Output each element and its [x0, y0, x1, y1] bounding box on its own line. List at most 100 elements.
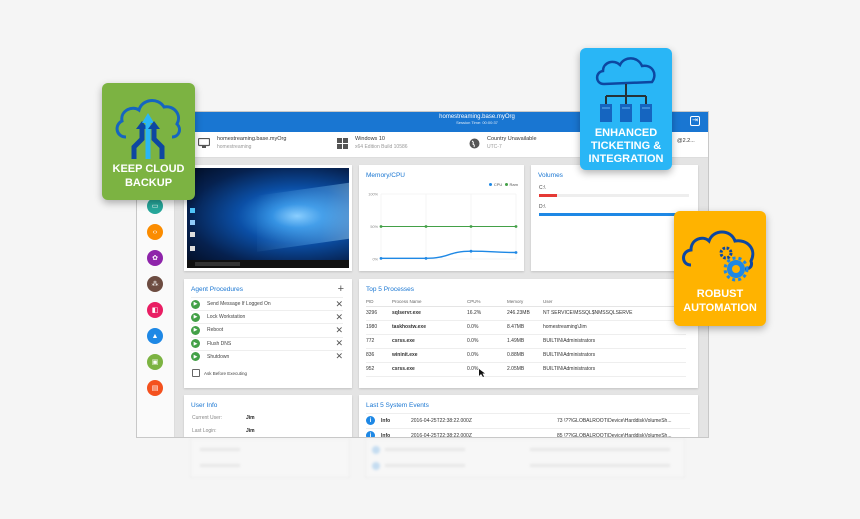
user-info-label: Last Login: [192, 428, 217, 434]
process-row[interactable]: 3296 sqlservr.exe 16.2% 246.23MB NT SERVICE\… [366, 306, 686, 321]
event-time: 2016-04-25T22:38:22.000Z [411, 432, 472, 438]
user-info-label: Current User: [192, 415, 223, 421]
event-time: 2016-04-25T22:38:22.000Z [411, 417, 472, 424]
sidebar-network-button[interactable]: ⁂ [147, 276, 163, 292]
volume-label: D:\ [539, 204, 546, 210]
sidebar-alert-button[interactable]: ▲ [147, 328, 163, 344]
sidebar-code-button[interactable]: ‹› [147, 224, 163, 240]
data-point-ram [424, 225, 428, 228]
alert-icon: ▲ [151, 332, 159, 340]
process-row[interactable]: 836 wininit.exe 0.0% 0.88MB BUILTIN\Administ… [366, 348, 686, 363]
desktop-icon [190, 232, 195, 237]
screen-icon: ▭ [151, 203, 159, 210]
chat-icon: ▤ [151, 385, 159, 392]
procedure-label: Shutdown [207, 353, 230, 360]
memory-cpu-card: Memory/CPU CPU Ram 0% 50% 100% [359, 165, 524, 271]
system-events-card: Last 5 System Events i Info 2016-04-25T2… [359, 395, 698, 438]
event-message: 73 \??\GLOBALROOT\Device\HarddiskVolumeS… [557, 417, 672, 424]
remove-icon[interactable]: ✕ [335, 325, 343, 335]
remote-desktop-preview[interactable] [184, 165, 352, 271]
mouse-cursor-icon [479, 369, 485, 377]
exit-icon[interactable]: ⇥ [690, 116, 700, 126]
remove-icon[interactable]: ✕ [335, 352, 343, 361]
process-row[interactable]: 952 csrss.exe 0.0% 2.05MB BUILTIN\Administra… [366, 362, 686, 377]
network-icon: ⁂ [151, 281, 159, 288]
monitor-icon [197, 137, 211, 149]
process-row[interactable]: 1980 taskhostw.exe 0.0% 8.47MB homestreaming… [366, 320, 686, 335]
add-procedure-button[interactable]: + [338, 283, 344, 295]
process-cell: csrss.exe [392, 334, 467, 349]
play-icon[interactable]: ▶ [191, 339, 200, 349]
column-header[interactable]: PID [366, 297, 392, 307]
agent-procedures-card: Agent Procedures + ▶ Send Message If Log… [184, 279, 352, 388]
y-tick-label: 50% [370, 225, 378, 229]
procedure-label: Lock Workstation [207, 314, 246, 321]
sidebar-toggle-button[interactable]: ◧ [147, 302, 163, 318]
desktop-icon [190, 208, 195, 213]
os-name: Windows 10 [355, 136, 385, 142]
memory-cpu-chart: 0% 50% 100% [368, 193, 518, 262]
play-icon[interactable]: ▶ [191, 299, 200, 309]
ask-before-label: Ask Before Executing [204, 370, 248, 376]
os-build: x64 Edition Build 10586 [355, 144, 408, 150]
volume-usage-bar [539, 213, 689, 216]
user-info-value: Jim [246, 415, 255, 421]
event-row[interactable]: i Info 2016-04-25T22:38:22.000Z 85 \??\G… [366, 428, 690, 438]
event-level: Info [381, 432, 391, 438]
procedure-row: ▶ Shutdown ✕ [191, 349, 343, 363]
column-header[interactable]: CPU% [467, 297, 507, 307]
volume-usage-fill [539, 194, 557, 197]
series-line-cpu [381, 250, 517, 260]
top-processes-card: Top 5 Processes PID Process Name CPU% Memor… [359, 279, 698, 388]
remove-icon[interactable]: ✕ [335, 312, 343, 322]
process-cell: BUILTIN\Administrators [543, 348, 686, 363]
procedure-row: ▶ Send Message If Logged On ✕ [191, 297, 343, 310]
desktop-icon [190, 246, 195, 251]
document-icon: ▣ [151, 359, 159, 366]
event-level: Info [381, 417, 391, 424]
process-cell: 0.0% [467, 334, 507, 349]
procedure-label: Send Message If Logged On [207, 301, 271, 307]
ask-before-checkbox[interactable] [192, 369, 200, 377]
machine-info: homestreaming.base.myOrg homestreaming [197, 136, 286, 150]
sidebar-settings-button[interactable]: ✿ [147, 250, 163, 266]
volume-usage-bar [539, 194, 689, 197]
app-reflection [150, 438, 690, 488]
badge-ticketing-line3: INTEGRATION [588, 153, 664, 165]
sidebar-document-button[interactable]: ▣ [147, 354, 163, 370]
machine-sub: homestreaming [217, 144, 252, 150]
badge-automation-line1: ROBUST [696, 288, 744, 300]
column-header[interactable]: Memory [507, 297, 543, 307]
windows-icon [335, 137, 349, 149]
sidebar-remote-screen-button[interactable]: ▭ [147, 198, 163, 214]
process-cell: homestreaming\Jim [543, 320, 686, 335]
process-cell: 0.0% [467, 348, 507, 363]
timezone-label: UTC-7 [487, 144, 502, 150]
column-header[interactable]: User [543, 297, 686, 307]
sidebar-chat-button[interactable]: ▤ [147, 380, 163, 396]
remove-icon[interactable]: ✕ [335, 299, 343, 309]
play-icon[interactable]: ▶ [191, 312, 200, 322]
play-icon[interactable]: ▶ [191, 325, 200, 335]
procedure-label: Flush DNS [207, 340, 232, 347]
process-cell: wininit.exe [392, 348, 467, 363]
process-row[interactable]: 772 csrss.exe 0.0% 1.49MB BUILTIN\Administra… [366, 334, 686, 349]
process-cell: 16.2% [467, 306, 507, 321]
remove-icon[interactable]: ✕ [335, 339, 343, 348]
cloud-gears-icon [682, 230, 755, 282]
column-header[interactable]: Process Name [392, 297, 467, 307]
robust-automation-badge: ROBUST AUTOMATION [674, 211, 766, 326]
info-icon: i [366, 431, 375, 437]
process-cell: 836 [366, 348, 392, 363]
process-cell: 2.05MB [507, 362, 543, 377]
country-label: Country Unavailable [487, 136, 537, 142]
event-row[interactable]: i Info 2016-04-25T22:38:22.000Z 73 \??\G… [366, 413, 690, 427]
process-cell: BUILTIN\Administrators [543, 334, 686, 349]
session-time: Session Time: 00:00:37 [456, 120, 498, 125]
process-cell: 3296 [366, 306, 392, 321]
data-point-cpu [379, 256, 383, 260]
ask-before-executing[interactable]: Ask Before Executing [192, 369, 247, 377]
play-icon[interactable]: ▶ [191, 352, 200, 362]
process-cell: 0.88MB [507, 348, 543, 363]
y-tick-label: 0% [373, 258, 379, 262]
